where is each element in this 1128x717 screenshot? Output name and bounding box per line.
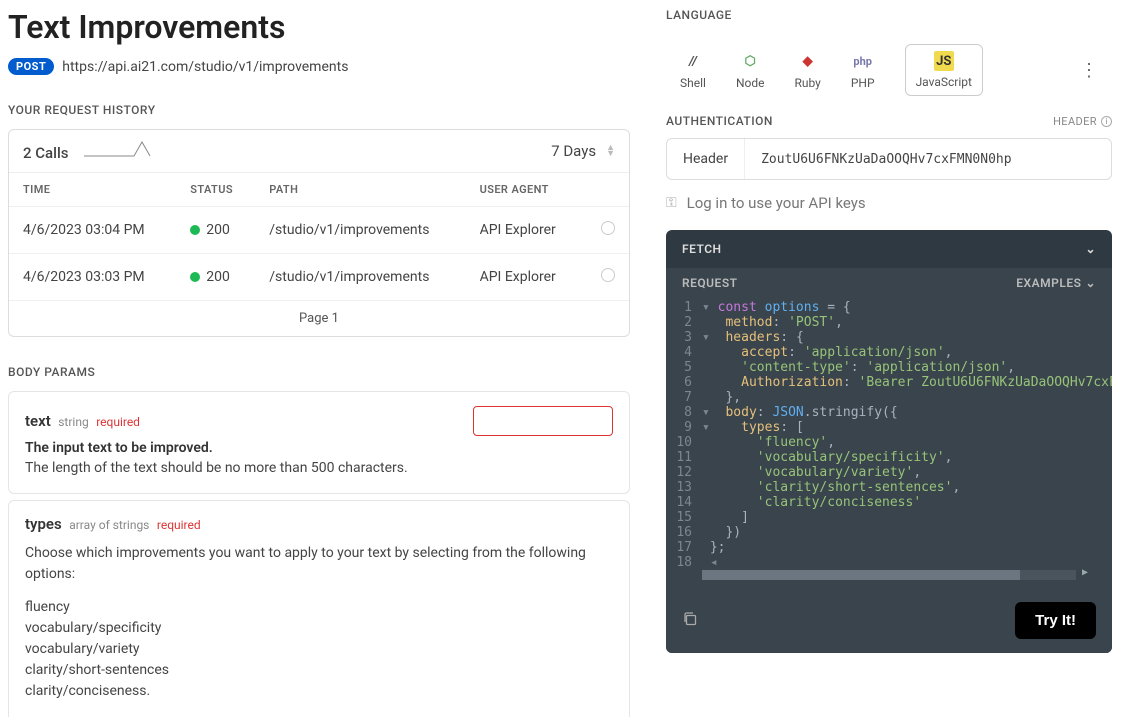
col-path: PATH — [255, 173, 465, 207]
js-icon: JS — [934, 51, 954, 71]
ruby-icon: ◆ — [797, 50, 819, 72]
lang-tab-node[interactable]: ⬡ Node — [736, 50, 765, 90]
cell-agent: API Explorer — [466, 254, 582, 301]
lang-label: Ruby — [794, 76, 820, 90]
sparkline-icon — [84, 140, 154, 162]
param-text-input[interactable] — [473, 406, 613, 436]
examples-dropdown[interactable]: EXAMPLES ⌄ — [1016, 276, 1096, 290]
status-dot-icon — [190, 225, 200, 235]
col-status: STATUS — [176, 173, 255, 207]
auth-header-label: Header — [667, 139, 745, 179]
updown-icon: ▲▼ — [606, 145, 615, 157]
cell-time: 4/6/2023 03:04 PM — [9, 207, 176, 254]
auth-box: Header ZoutU6U6FNKzUaDaOOQHv7cxFMN0N0hp — [666, 138, 1112, 180]
lang-tab-javascript[interactable]: JS JavaScript — [905, 44, 983, 96]
param-name: text — [25, 412, 51, 430]
pagination: Page 1 — [9, 301, 629, 336]
lang-tab-shell[interactable]: // Shell — [680, 50, 706, 90]
status-dot-icon — [190, 272, 200, 282]
php-icon: php — [852, 50, 874, 72]
range-label: 7 Days — [551, 142, 596, 160]
col-time: TIME — [9, 173, 176, 207]
history-section-label: YOUR REQUEST HISTORY — [8, 103, 630, 117]
language-tabs: // Shell ⬡ Node ◆ Ruby php PHP JS JavaSc… — [666, 34, 1112, 114]
history-table: TIME STATUS PATH USER AGENT 4/6/2023 03:… — [9, 173, 629, 301]
endpoint-url: https://api.ai21.com/studio/v1/improveme… — [62, 59, 348, 75]
param-type: array of strings — [69, 518, 149, 532]
table-row[interactable]: 4/6/2023 03:03 PM 200 /studio/v1/improve… — [9, 254, 629, 301]
page-title: Text Improvements — [8, 8, 630, 46]
cell-path: /studio/v1/improvements — [255, 207, 465, 254]
code-tab-fetch[interactable]: FETCH ⌄ — [666, 230, 1112, 268]
code-panel: FETCH ⌄ REQUEST EXAMPLES ⌄ 1▾ const opti… — [666, 230, 1112, 653]
endpoint-row: POST https://api.ai21.com/studio/v1/impr… — [8, 58, 630, 75]
param-types: types array of strings required Choose w… — [8, 500, 630, 717]
lang-label: PHP — [851, 76, 875, 90]
horizontal-scrollbar[interactable]: ▶ — [702, 570, 1076, 580]
lang-label: JavaScript — [916, 75, 972, 89]
param-text: text string required The input text to b… — [8, 391, 630, 494]
param-options-list: fluency vocabulary/specificity vocabular… — [25, 597, 613, 702]
cell-status: 200 — [176, 207, 255, 254]
param-desc-strong: The input text to be improved. — [25, 440, 613, 456]
col-agent: USER AGENT — [466, 173, 582, 207]
history-box: 2 Calls 7 Days ▲▼ TIME STATUS PATH USER … — [8, 129, 630, 337]
param-desc: Choose which improvements you want to ap… — [25, 543, 613, 585]
more-icon[interactable]: ⋮ — [1080, 60, 1098, 81]
range-select[interactable]: 7 Days ▲▼ — [551, 142, 615, 160]
login-prompt[interactable]: ⚿ Log in to use your API keys — [666, 194, 1112, 212]
code-body[interactable]: 1▾ const options = {2 method: 'POST',3▾ … — [666, 296, 1112, 588]
calls-count: 2 Calls — [23, 144, 69, 162]
lang-label: Node — [736, 76, 765, 90]
body-params-label: BODY PARAMS — [8, 365, 630, 379]
key-icon: ⚿ — [666, 195, 677, 211]
node-icon: ⬡ — [739, 50, 761, 72]
language-label: LANGUAGE — [666, 8, 1112, 22]
row-info-icon[interactable] — [582, 207, 629, 254]
shell-icon: // — [682, 50, 704, 72]
param-required: required — [96, 415, 140, 429]
chevron-down-icon: ⌄ — [1085, 242, 1096, 256]
lang-label: Shell — [680, 76, 706, 90]
try-it-button[interactable]: Try It! — [1015, 602, 1096, 639]
param-desc: The length of the text should be no more… — [25, 458, 613, 479]
cell-time: 4/6/2023 03:03 PM — [9, 254, 176, 301]
table-row[interactable]: 4/6/2023 03:04 PM 200 /studio/v1/improve… — [9, 207, 629, 254]
header-hint[interactable]: HEADER i — [1053, 115, 1112, 128]
row-info-icon[interactable] — [582, 254, 629, 301]
lang-tab-ruby[interactable]: ◆ Ruby — [794, 50, 820, 90]
code-request-label: REQUEST — [682, 276, 738, 290]
copy-icon[interactable] — [682, 611, 698, 631]
param-required: required — [157, 518, 201, 532]
param-name: types — [25, 515, 62, 533]
cell-agent: API Explorer — [466, 207, 582, 254]
method-badge: POST — [8, 58, 54, 75]
param-type: string — [58, 415, 88, 429]
lang-tab-php[interactable]: php PHP — [851, 50, 875, 90]
auth-value[interactable]: ZoutU6U6FNKzUaDaOOQHv7cxFMN0N0hp — [745, 140, 1027, 179]
cell-status: 200 — [176, 254, 255, 301]
auth-label: AUTHENTICATION — [666, 114, 773, 128]
cell-path: /studio/v1/improvements — [255, 254, 465, 301]
chevron-down-icon: ⌄ — [1085, 276, 1096, 290]
info-icon: i — [1101, 116, 1112, 127]
